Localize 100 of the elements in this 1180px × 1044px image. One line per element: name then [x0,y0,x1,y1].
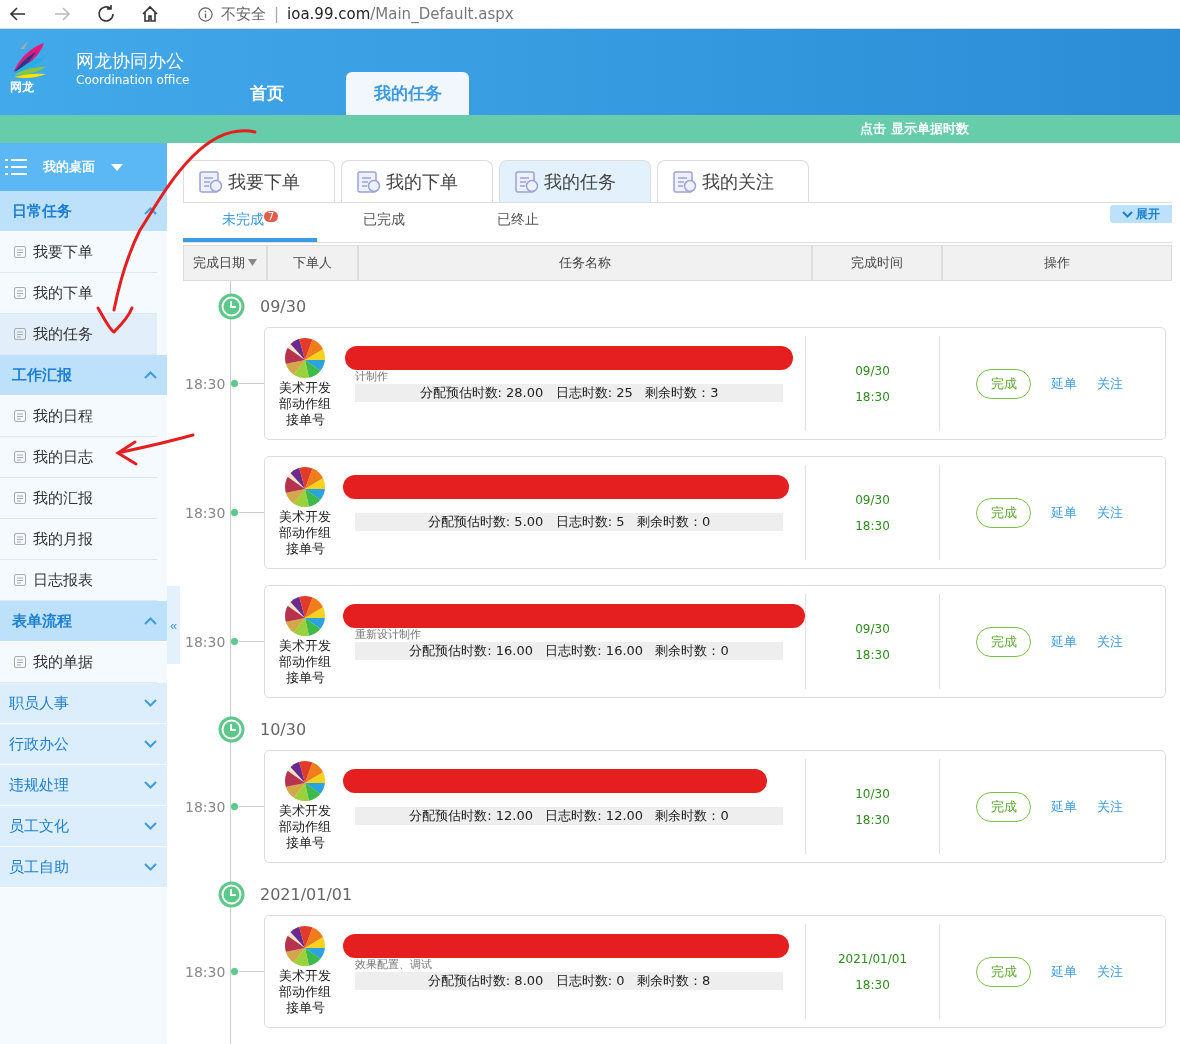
complete-button[interactable]: 完成 [976,626,1031,657]
orderer-name: 美术开发部动作组接单号 [278,380,332,428]
time-label: 18:30 [185,963,226,980]
hours-summary: 分配预估时数: 8.00 日志时数: 0 剩余时数：8 [355,972,783,990]
timeline-dot [231,803,238,810]
document-icon [13,573,27,587]
collapse-toggle[interactable]: « [167,586,180,664]
action-link[interactable]: 延单 [1051,503,1077,522]
url-path: /Main_Default.aspx [370,5,514,23]
due-date: 09/30 [855,363,890,378]
document-icon [13,409,27,423]
address-bar[interactable]: 不安全 | ioa.99.com/Main_Default.aspx [186,0,1180,29]
notice-text[interactable]: 点击 显示单据时数 [860,120,969,138]
status-tab[interactable]: 已完成 [317,203,451,242]
action-link[interactable]: 延单 [1051,374,1077,393]
document-icon [13,286,27,300]
action-link[interactable]: 关注 [1097,632,1123,651]
document-icon [13,327,27,341]
sidebar-group[interactable]: 表单流程 [0,601,167,642]
logo-text: 网龙 [10,81,34,94]
timeline-dot [231,380,238,387]
document-icon [514,168,540,195]
sidebar-item[interactable]: 我的任务 [0,314,157,355]
home-icon[interactable] [140,4,160,24]
status-tab[interactable]: 已终止 [451,203,585,242]
time-label: 18:30 [185,504,226,521]
task-note: 重新设计制作 [355,628,421,641]
reload-icon[interactable] [96,4,116,24]
hours-summary: 分配预估时数: 12.00 日志时数: 12.00 剩余时数：0 [355,807,783,825]
count-badge: 7 [263,210,279,222]
time-label: 18:30 [185,375,226,392]
info-icon [198,6,213,22]
chevron-down-icon [144,822,157,830]
chevron-down-icon [144,740,157,748]
column-header: 下单人 [266,245,357,280]
chevron-down-icon [144,781,157,789]
document-icon [13,450,27,464]
module-tab[interactable]: 我的任务 [499,160,651,202]
clock-icon [218,292,245,320]
action-link[interactable]: 延单 [1051,962,1077,981]
sidebar-group[interactable]: 违规处理 [0,765,167,806]
sidebar-group[interactable]: 职员人事 [0,683,167,724]
chevron-up-icon [144,371,157,379]
due-time: 18:30 [855,647,890,662]
sidebar-header[interactable]: 我的桌面 [0,143,167,191]
timeline-dot [231,638,238,645]
document-icon [198,168,224,195]
date-label: 2021/01/01 [260,884,353,904]
action-link[interactable]: 延单 [1051,632,1077,651]
caret-icon [111,163,123,171]
due-date: 10/30 [855,786,890,801]
time-label: 18:30 [185,798,226,815]
due-date: 09/30 [855,621,890,636]
document-icon [13,532,27,546]
sidebar-group[interactable]: 员工文化 [0,806,167,847]
document-icon [13,655,27,669]
complete-button[interactable]: 完成 [976,368,1031,399]
clock-icon [218,880,245,908]
complete-button[interactable]: 完成 [976,497,1031,528]
date-label: 10/30 [260,719,307,739]
orderer-name: 美术开发部动作组接单号 [278,509,332,557]
task-note: 计制作 [355,370,388,383]
hours-summary: 分配预估时数: 5.00 日志时数: 5 剩余时数：0 [355,513,783,531]
app-subtitle: Coordination office [76,72,190,87]
url-host: ioa.99.com [287,5,371,23]
sidebar-group[interactable]: 行政办公 [0,724,167,765]
complete-button[interactable]: 完成 [976,956,1031,987]
due-time: 18:30 [855,389,890,404]
sidebar-title: 我的桌面 [43,158,95,176]
document-icon [13,245,27,259]
action-link[interactable]: 关注 [1097,962,1123,981]
chevron-down-icon [1122,210,1133,218]
column-header[interactable]: 完成日期 [184,245,266,280]
complete-button[interactable]: 完成 [976,791,1031,822]
due-date: 09/30 [855,492,890,507]
nav-tab[interactable]: 首页 [236,72,298,115]
expand-button[interactable]: 展开 [1110,205,1172,223]
chevron-down-icon [144,699,157,707]
action-link[interactable]: 关注 [1097,503,1123,522]
document-icon [672,168,698,195]
action-link[interactable]: 延单 [1051,797,1077,816]
action-link[interactable]: 关注 [1097,797,1123,816]
module-tab[interactable]: 我的下单 [341,160,493,202]
orderer-name: 美术开发部动作组接单号 [278,968,332,1016]
app-title: 网龙协同办公 [76,48,185,73]
sidebar-group[interactable]: 工作汇报 [0,355,167,396]
time-label: 18:30 [185,633,226,650]
separator: | [274,5,280,23]
sidebar-group[interactable]: 日常任务 [0,191,167,232]
menu-icon [5,159,27,175]
module-tab[interactable]: 我要下单 [183,160,335,202]
nav-tab[interactable]: 我的任务 [346,72,469,115]
task-note: 效果配置、调试 [355,958,432,971]
action-link[interactable]: 关注 [1097,374,1123,393]
due-time: 18:30 [855,518,890,533]
column-header: 任务名称 [357,245,811,280]
due-time: 18:30 [855,977,890,992]
status-tab[interactable]: 未完成 7 [183,203,317,242]
sidebar-group[interactable]: 员工自助 [0,847,167,888]
module-tab[interactable]: 我的关注 [657,160,809,202]
